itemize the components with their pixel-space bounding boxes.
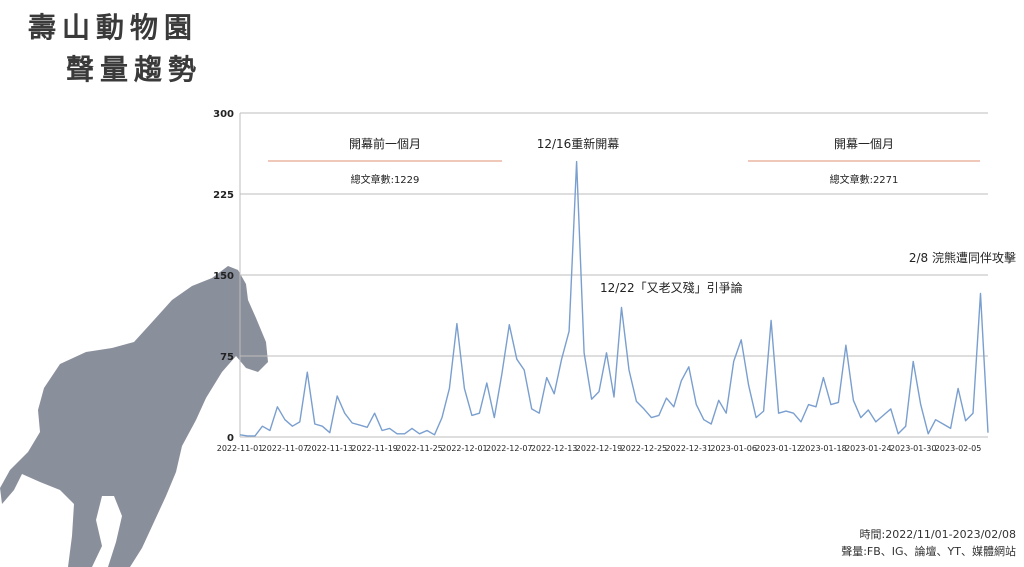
y-tick-label: 150 xyxy=(213,271,234,282)
footer-sources: 聲量:FB、IG、論壇、YT、媒體網站 xyxy=(841,545,1016,558)
x-tick-label: 2023-01-06 xyxy=(710,444,757,453)
annotation-before-count: 總文章數:1229 xyxy=(351,173,420,186)
y-tick-label: 75 xyxy=(220,352,234,363)
x-tick-label: 2022-11-25 xyxy=(396,444,443,453)
annotation-attack: 2/8 浣熊遭同伴攻擊 xyxy=(909,250,1016,265)
x-tick-label: 2023-01-18 xyxy=(800,444,847,453)
x-tick-label: 2023-01-12 xyxy=(755,444,802,453)
annotation-after-title: 開幕一個月 xyxy=(834,137,894,151)
x-tick-label: 2022-12-13 xyxy=(531,444,578,453)
x-tick-label: 2022-11-19 xyxy=(351,444,398,453)
x-tick-label: 2023-01-30 xyxy=(890,444,937,453)
x-tick-label: 2022-11-01 xyxy=(217,444,264,453)
y-tick-label: 225 xyxy=(213,190,234,201)
annotation-reopen: 12/16重新開幕 xyxy=(537,136,620,151)
x-tick-label: 2023-01-24 xyxy=(845,444,892,453)
x-tick-label: 2022-12-25 xyxy=(621,444,668,453)
chart: 0751502253002022-11-012022-11-072022-11-… xyxy=(213,109,1016,453)
x-tick-label: 2023-02-05 xyxy=(935,444,982,453)
annotation-after-count: 總文章數:2271 xyxy=(830,173,899,186)
x-tick-label: 2022-11-07 xyxy=(262,444,309,453)
y-tick-label: 300 xyxy=(213,109,234,120)
x-tick-label: 2022-12-01 xyxy=(441,444,488,453)
y-tick-label: 0 xyxy=(227,433,234,444)
annotation-dispute: 12/22「又老又殘」引爭論 xyxy=(600,280,743,295)
annotation-before-title: 開幕前一個月 xyxy=(349,136,421,151)
x-tick-label: 2022-11-13 xyxy=(307,444,354,453)
series-line xyxy=(239,160,989,437)
x-tick-label: 2022-12-07 xyxy=(486,444,533,453)
x-tick-label: 2022-12-19 xyxy=(576,444,623,453)
x-tick-label: 2022-12-31 xyxy=(666,444,713,453)
footer-period: 時間:2022/11/01-2023/02/08 xyxy=(859,528,1016,541)
